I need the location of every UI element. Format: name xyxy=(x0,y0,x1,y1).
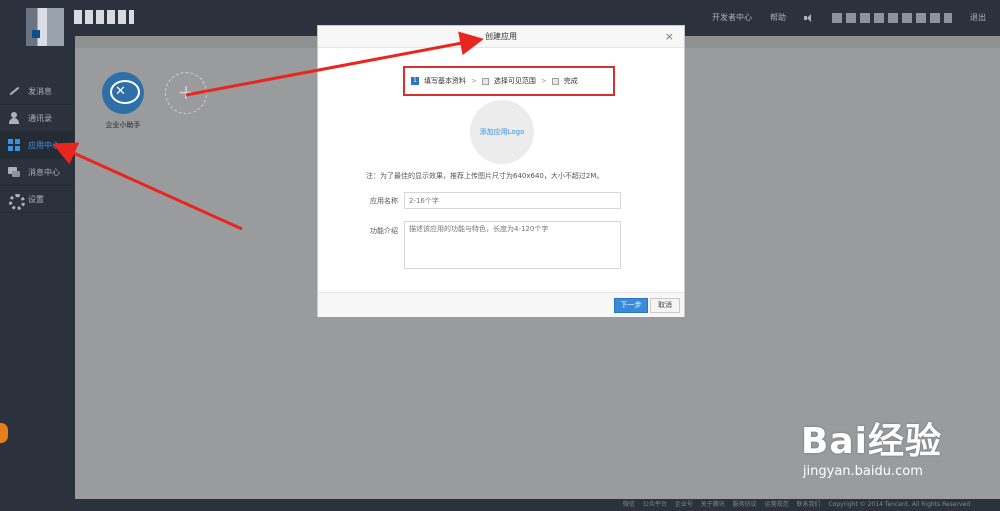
create-app-dialog: 创建应用 × 1 填写基本资料 > 选择可见范围 > 完成 添加应用Logo 注… xyxy=(317,25,685,317)
app-description-input[interactable] xyxy=(404,221,621,269)
sidebar-item-app-center[interactable]: 应用中心 xyxy=(0,132,74,159)
dialog-header: 创建应用 xyxy=(318,26,684,48)
step-3-label: 完成 xyxy=(563,77,578,85)
close-icon[interactable]: × xyxy=(665,29,674,45)
sidebar-item-label: 消息中心 xyxy=(28,167,60,177)
pen-icon xyxy=(8,85,20,97)
step-separator: > xyxy=(540,77,547,85)
step-separator: > xyxy=(471,77,477,85)
user-name-blurred[interactable] xyxy=(832,12,952,23)
messages-icon xyxy=(8,166,20,178)
logo-upload-button[interactable]: 添加应用Logo xyxy=(470,100,534,164)
footer-link[interactable]: 企业号 xyxy=(675,501,693,508)
sidebar-item-message-center[interactable]: 消息中心 xyxy=(0,159,74,186)
logout-link[interactable]: 退出 xyxy=(970,12,986,23)
contacts-icon xyxy=(8,112,20,124)
app-name-input[interactable] xyxy=(404,192,621,209)
cancel-button[interactable]: 取消 xyxy=(650,298,680,313)
step-1-label: 填写基本资料 xyxy=(424,77,466,85)
next-button[interactable]: 下一步 xyxy=(614,298,648,313)
footer-link[interactable]: 关于腾讯 xyxy=(701,501,725,508)
copyright: Copyright © 2014 Tencent. All Rights Res… xyxy=(828,501,970,508)
footer-link[interactable]: 运营规范 xyxy=(765,501,789,508)
dialog-title: 创建应用 xyxy=(485,32,517,41)
feedback-bubble[interactable] xyxy=(0,423,8,443)
grid-icon xyxy=(8,139,20,151)
sidebar-item-settings[interactable]: 设置 xyxy=(0,186,74,213)
footer-link[interactable]: 联系我们 xyxy=(797,501,821,508)
speaker-icon[interactable] xyxy=(804,13,814,22)
footer-link[interactable]: 服务协议 xyxy=(733,501,757,508)
step-indicator: 1 填写基本资料 > 选择可见范围 > 完成 xyxy=(403,66,615,96)
app-name: 企业小助手 xyxy=(105,121,141,129)
sidebar-item-label: 应用中心 xyxy=(28,140,60,150)
top-nav: 开发者中心 帮助 退出 xyxy=(712,12,986,23)
app-tile-assistant[interactable]: 企业小助手 xyxy=(101,72,145,130)
help-link[interactable]: 帮助 xyxy=(770,12,786,23)
footer: 微信 公众平台 企业号 关于腾讯 服务协议 运营规范 联系我们 Copyrigh… xyxy=(75,499,1000,511)
sidebar-item-contacts[interactable]: 通讯录 xyxy=(0,105,74,132)
upload-note: 注：为了最佳的显示效果，推荐上传图片尺寸为640x640，大小不超过2M。 xyxy=(366,172,604,180)
watermark-url: jingyan.baidu.com xyxy=(802,464,923,479)
watermark-brand: Bai经验 xyxy=(800,421,942,462)
sidebar-item-send-message[interactable]: 发消息 xyxy=(0,78,74,105)
footer-link[interactable]: 公众平台 xyxy=(643,501,667,508)
assistant-app-icon xyxy=(102,72,144,114)
step-1-number: 1 xyxy=(411,77,419,85)
app-description-label: 功能介绍 xyxy=(370,227,398,235)
app-name-label: 应用名称 xyxy=(370,197,398,205)
baidu-jingyan-watermark: Bai经验 jingyan.baidu.com xyxy=(800,412,942,479)
step-2-box xyxy=(481,77,489,85)
sidebar-item-label: 通讯录 xyxy=(28,113,52,123)
dialog-footer: 下一步 取消 xyxy=(318,292,684,317)
sidebar-item-label: 设置 xyxy=(28,194,44,204)
developer-center-link[interactable]: 开发者中心 xyxy=(712,12,752,23)
step-3-box xyxy=(551,77,559,85)
logo-upload-label: 添加应用Logo xyxy=(479,128,525,136)
add-app-button[interactable]: + xyxy=(165,72,207,114)
sidebar-item-label: 发消息 xyxy=(28,86,52,96)
footer-link[interactable]: 微信 xyxy=(623,501,635,508)
sidebar: 发消息 通讯录 应用中心 消息中心 设置 xyxy=(0,78,74,213)
gear-icon xyxy=(8,193,25,210)
company-logo xyxy=(26,8,64,46)
step-2-label: 选择可见范围 xyxy=(493,77,536,85)
company-name-blurred xyxy=(74,10,134,24)
